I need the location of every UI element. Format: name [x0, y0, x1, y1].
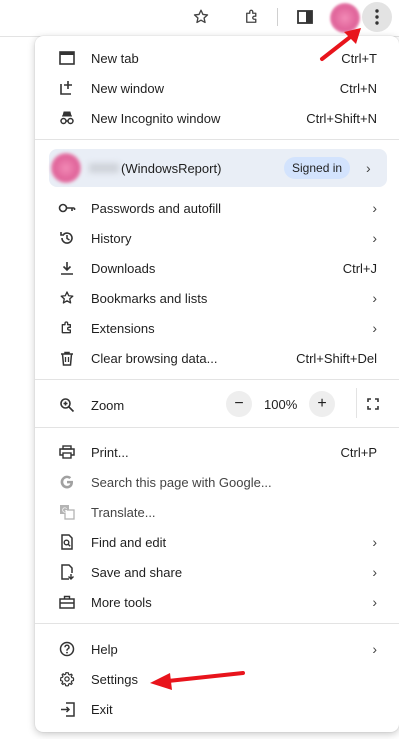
divider [35, 427, 399, 428]
menu-item-translate[interactable]: G Translate... [35, 497, 399, 527]
shortcut: Ctrl+P [340, 444, 377, 460]
star-icon[interactable] [190, 6, 212, 28]
menu-item-help[interactable]: Help › [35, 634, 399, 664]
menu-item-history[interactable]: History › [35, 223, 399, 253]
save-share-icon [58, 563, 76, 581]
menu-item-label: Bookmarks and lists [91, 290, 208, 306]
menu-item-label: More tools [91, 594, 152, 610]
chrome-main-menu: New tab Ctrl+T New window Ctrl+N New Inc… [35, 36, 399, 732]
menu-item-label: New Incognito window [91, 110, 221, 126]
toolbar-divider [277, 8, 278, 26]
menu-item-downloads[interactable]: Downloads Ctrl+J [35, 253, 399, 283]
chevron-right-icon: › [372, 641, 377, 657]
blurred-name [89, 163, 119, 173]
translate-icon: G [58, 503, 76, 521]
extensions-icon[interactable] [241, 6, 263, 28]
menu-item-exit[interactable]: Exit [35, 694, 399, 724]
zoom-out-button[interactable]: − [226, 391, 252, 417]
annotation-arrow-settings [150, 671, 245, 690]
menu-item-label: Passwords and autofill [91, 200, 222, 216]
menu-item-label: Search this page with Google... [91, 474, 272, 490]
menu-item-label: Translate... [91, 504, 156, 520]
google-icon [58, 473, 76, 491]
zoom-level: 100% [264, 397, 298, 412]
exit-icon [58, 700, 76, 718]
side-panel-icon[interactable] [294, 6, 316, 28]
extensions-icon [58, 319, 76, 337]
chevron-right-icon: › [372, 230, 377, 246]
trash-icon [58, 349, 76, 367]
menu-item-extensions[interactable]: Extensions › [35, 313, 399, 343]
menu-item-label: Help [91, 641, 118, 657]
chevron-right-icon: › [372, 320, 377, 336]
signed-in-badge: Signed in [284, 157, 351, 179]
history-icon [58, 229, 76, 247]
menu-item-zoom: Zoom [35, 390, 399, 420]
divider [35, 379, 399, 380]
chevron-right-icon: › [372, 564, 377, 580]
gear-icon [58, 670, 76, 688]
help-icon [58, 640, 76, 658]
menu-item-label: Downloads [91, 260, 156, 276]
shortcut: Ctrl+Shift+Del [296, 350, 377, 366]
kebab-menu-icon[interactable] [362, 2, 392, 32]
menu-item-save-share[interactable]: Save and share › [35, 557, 399, 587]
annotation-arrow-menu [320, 28, 361, 61]
menu-item-new-incognito-window[interactable]: New Incognito window Ctrl+Shift+N [35, 103, 399, 133]
printer-icon [58, 443, 76, 461]
menu-item-label: Print... [91, 444, 129, 460]
toolbox-icon [58, 593, 76, 611]
menu-item-label: History [91, 230, 132, 246]
menu-item-label: New tab [91, 50, 139, 66]
menu-item-new-window[interactable]: New window Ctrl+N [35, 73, 399, 103]
chevron-right-icon: › [372, 534, 377, 550]
menu-item-label: Clear browsing data... [91, 350, 218, 366]
chevron-right-icon: › [372, 290, 377, 306]
menu-item-bookmarks-lists[interactable]: Bookmarks and lists › [35, 283, 399, 313]
chevron-right-icon: › [372, 200, 377, 216]
menu-item-passwords-autofill[interactable]: Passwords and autofill › [35, 193, 399, 223]
menu-item-label: New window [91, 80, 164, 96]
menu-item-label: Save and share [91, 564, 183, 580]
new-tab-icon [58, 49, 76, 67]
chevron-right-icon: › [372, 594, 377, 610]
new-window-icon [58, 79, 76, 97]
shortcut: Ctrl+Shift+N [306, 110, 377, 126]
svg-text:G: G [62, 508, 67, 515]
menu-item-find-edit[interactable]: Find and edit › [35, 527, 399, 557]
find-icon [58, 533, 76, 551]
chevron-right-icon: › [366, 160, 371, 176]
star-icon [58, 289, 76, 307]
menu-item-label: Find and edit [91, 534, 167, 550]
menu-item-label: Extensions [91, 320, 155, 336]
divider [35, 139, 399, 140]
profile-name: (WindowsReport) [121, 161, 222, 176]
download-icon [58, 259, 76, 277]
profile-avatar [51, 153, 81, 183]
zoom-label: Zoom [91, 397, 125, 413]
divider [35, 623, 399, 624]
menu-item-label: Exit [91, 701, 113, 717]
fullscreen-icon[interactable] [362, 393, 384, 415]
shortcut: Ctrl+N [339, 80, 377, 96]
key-icon [58, 199, 76, 217]
zoom-divider [356, 388, 357, 418]
menu-item-more-tools[interactable]: More tools › [35, 587, 399, 617]
incognito-icon [58, 109, 76, 127]
zoom-in-button[interactable]: + [309, 391, 335, 417]
zoom-icon [58, 396, 76, 414]
menu-item-print[interactable]: Print... Ctrl+P [35, 437, 399, 467]
menu-item-search-page-google[interactable]: Search this page with Google... [35, 467, 399, 497]
menu-item-label: Settings [91, 671, 138, 687]
profile-row[interactable]: (WindowsReport) Signed in › [49, 149, 387, 187]
shortcut: Ctrl+J [342, 260, 377, 276]
menu-item-clear-browsing-data[interactable]: Clear browsing data... Ctrl+Shift+Del [35, 343, 399, 373]
